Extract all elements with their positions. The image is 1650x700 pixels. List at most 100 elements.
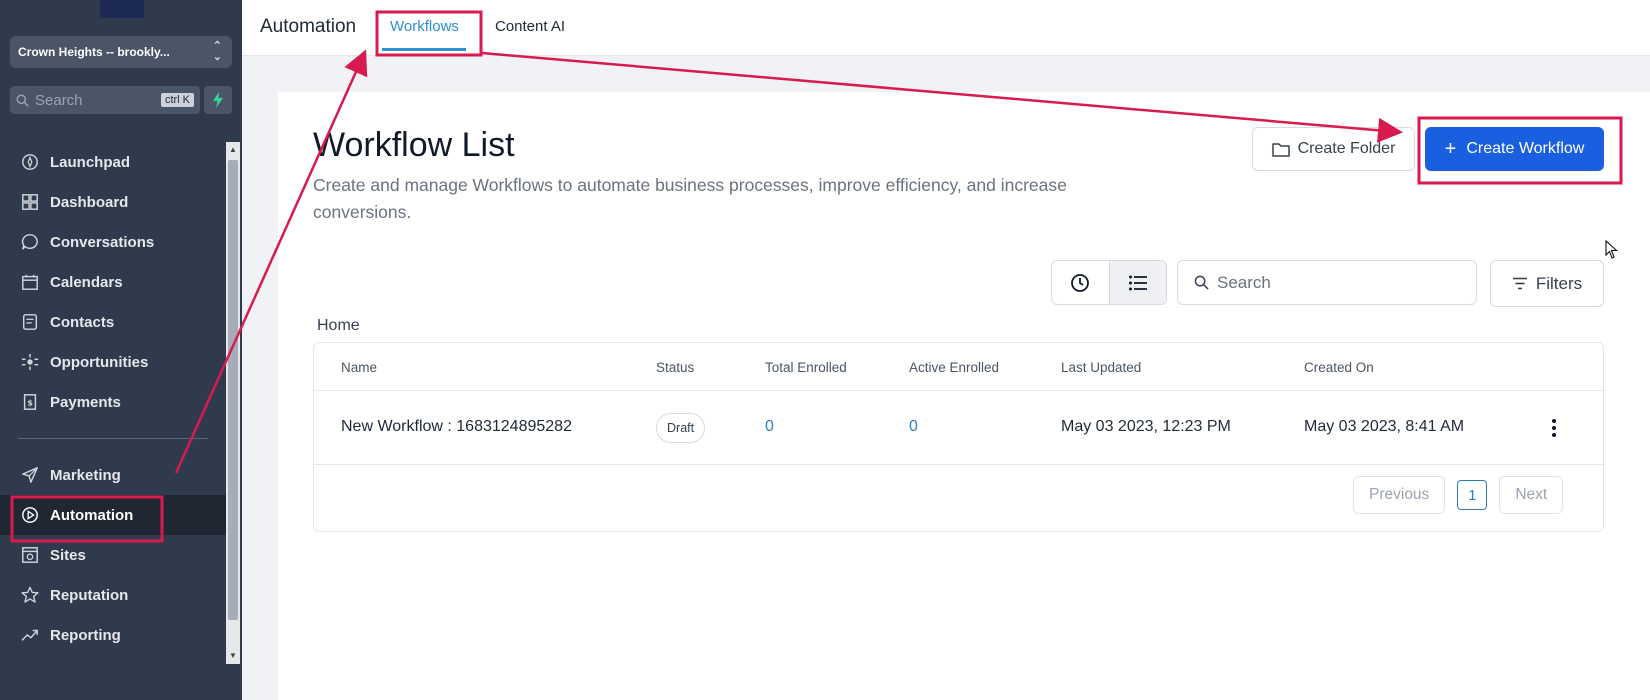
sidebar-scrollbar[interactable]: ▲ ▼ — [226, 142, 240, 664]
scroll-down-arrow-icon[interactable]: ▼ — [228, 650, 238, 662]
scroll-up-arrow-icon[interactable]: ▲ — [228, 144, 238, 156]
workflow-search[interactable] — [1177, 260, 1477, 305]
sidebar-item-label: Opportunities — [50, 353, 149, 371]
workflow-name[interactable]: New Workflow : 1683124895282 — [341, 418, 572, 436]
top-bar: Automation Workflows Content AI — [242, 0, 1650, 56]
sidebar-item-label: Contacts — [50, 313, 115, 331]
sidebar-item-reputation[interactable]: Reputation — [0, 575, 226, 615]
list-view-button[interactable] — [1108, 261, 1166, 304]
send-icon — [20, 465, 40, 485]
recent-view-button[interactable] — [1052, 261, 1109, 304]
column-header-last-updated[interactable]: Last Updated — [1061, 360, 1141, 375]
sidebar-item-label: Reporting — [50, 626, 121, 644]
row-actions-menu-icon[interactable] — [1548, 413, 1560, 443]
page-title: Workflow List — [313, 126, 515, 164]
sidebar-scrollbar-thumb[interactable] — [228, 160, 238, 620]
svg-text:$: $ — [27, 398, 33, 408]
sidebar-item-label: Calendars — [50, 273, 123, 291]
sidebar-item-marketing[interactable]: Marketing — [0, 455, 226, 495]
sidebar-search[interactable]: Search ctrl K — [10, 86, 200, 114]
opportunities-icon — [20, 352, 40, 372]
sidebar-item-label: Launchpad — [50, 153, 131, 171]
column-header-status[interactable]: Status — [656, 360, 694, 375]
created-on-value: May 03 2023, 8:41 AM — [1304, 418, 1465, 435]
breadcrumb[interactable]: Home — [317, 317, 360, 335]
filters-label: Filters — [1535, 273, 1583, 293]
table-header: Name Status Total Enrolled Active Enroll… — [314, 343, 1603, 391]
sidebar-top-accent — [100, 0, 144, 18]
sidebar-item-label: Marketing — [50, 466, 121, 484]
sidebar: Crown Heights -- brookly... ⌃ ⌄ Search ct… — [0, 0, 242, 700]
column-header-created-on[interactable]: Created On — [1304, 360, 1374, 375]
sidebar-item-payments[interactable]: $ Payments — [0, 382, 226, 422]
sidebar-item-label: Reputation — [50, 586, 129, 604]
launchpad-icon — [20, 152, 40, 172]
automation-icon — [20, 505, 40, 525]
active-tab-indicator — [382, 48, 466, 51]
view-toggle — [1051, 260, 1167, 305]
status-badge: Draft — [656, 413, 706, 443]
trend-icon — [20, 625, 40, 645]
sites-icon — [20, 545, 40, 565]
sidebar-item-label: Sites — [50, 546, 86, 564]
sidebar-item-reporting[interactable]: Reporting — [0, 615, 226, 655]
sidebar-item-contacts[interactable]: Contacts — [0, 302, 226, 342]
folder-icon — [1271, 142, 1290, 157]
search-icon — [1194, 275, 1209, 290]
chat-bubble-icon — [20, 232, 40, 252]
calendar-icon — [20, 272, 40, 292]
current-page-number[interactable]: 1 — [1457, 480, 1488, 510]
star-icon — [20, 585, 40, 605]
list-icon — [1128, 275, 1147, 290]
previous-page-button[interactable]: Previous — [1353, 476, 1446, 514]
column-header-name[interactable]: Name — [341, 360, 377, 375]
search-icon — [16, 93, 29, 107]
create-folder-button[interactable]: Create Folder — [1252, 127, 1415, 171]
quick-actions-button[interactable] — [204, 86, 232, 114]
filters-button[interactable]: Filters — [1490, 260, 1604, 307]
table-row[interactable]: New Workflow : 1683124895282 Draft 0 0 M… — [314, 391, 1603, 465]
next-page-button[interactable]: Next — [1499, 476, 1564, 514]
tab-content-ai[interactable]: Content AI — [495, 18, 565, 35]
workflow-table: Name Status Total Enrolled Active Enroll… — [313, 342, 1604, 532]
filter-icon — [1512, 277, 1527, 290]
dashboard-icon — [20, 192, 40, 212]
sidebar-item-conversations[interactable]: Conversations — [0, 222, 226, 262]
create-workflow-label: Create Workflow — [1466, 140, 1585, 157]
contact-card-icon — [20, 312, 40, 332]
sidebar-item-automation[interactable]: Automation — [0, 495, 226, 535]
create-folder-label: Create Folder — [1297, 140, 1396, 157]
sidebar-item-label: Dashboard — [50, 193, 129, 211]
sidebar-search-placeholder: Search — [35, 91, 83, 109]
column-header-active-enrolled[interactable]: Active Enrolled — [909, 360, 999, 375]
workflow-search-input[interactable] — [1217, 272, 1457, 293]
sidebar-item-sites[interactable]: Sites — [0, 535, 226, 575]
search-shortcut-badge: ctrl K — [160, 93, 194, 107]
create-workflow-button[interactable]: + Create Workflow — [1425, 127, 1604, 171]
page-section-title: Automation — [260, 16, 357, 37]
last-updated-value: May 03 2023, 12:23 PM — [1061, 418, 1231, 435]
sidebar-item-calendars[interactable]: Calendars — [0, 262, 226, 302]
page-description: Create and manage Workflows to automate … — [313, 175, 1067, 222]
sidebar-divider — [18, 438, 208, 439]
sidebar-item-label: Conversations — [50, 233, 155, 251]
location-name: Crown Heights -- brookly... — [18, 45, 170, 59]
payments-icon: $ — [20, 392, 40, 412]
sidebar-item-dashboard[interactable]: Dashboard — [0, 182, 226, 222]
sidebar-item-launchpad[interactable]: Launchpad — [0, 142, 226, 182]
plus-icon: + — [1444, 138, 1457, 160]
active-enrolled-value[interactable]: 0 — [909, 418, 918, 436]
total-enrolled-value[interactable]: 0 — [765, 418, 774, 436]
lightning-icon — [213, 92, 223, 108]
sidebar-item-opportunities[interactable]: Opportunities — [0, 342, 226, 382]
column-header-total-enrolled[interactable]: Total Enrolled — [765, 360, 847, 375]
clock-icon — [1071, 273, 1090, 292]
tab-workflows[interactable]: Workflows — [390, 18, 459, 35]
pagination: Previous 1 Next — [1353, 476, 1564, 514]
sidebar-item-label: Payments — [50, 393, 121, 411]
mouse-cursor-icon — [1605, 240, 1618, 259]
location-switcher[interactable]: Crown Heights -- brookly... ⌃ ⌄ — [10, 36, 232, 68]
chevron-updown-icon: ⌃ ⌄ — [212, 40, 222, 63]
sidebar-nav: Launchpad Dashboard Conversations Calend… — [0, 142, 226, 655]
sidebar-item-label: Automation — [50, 506, 134, 524]
